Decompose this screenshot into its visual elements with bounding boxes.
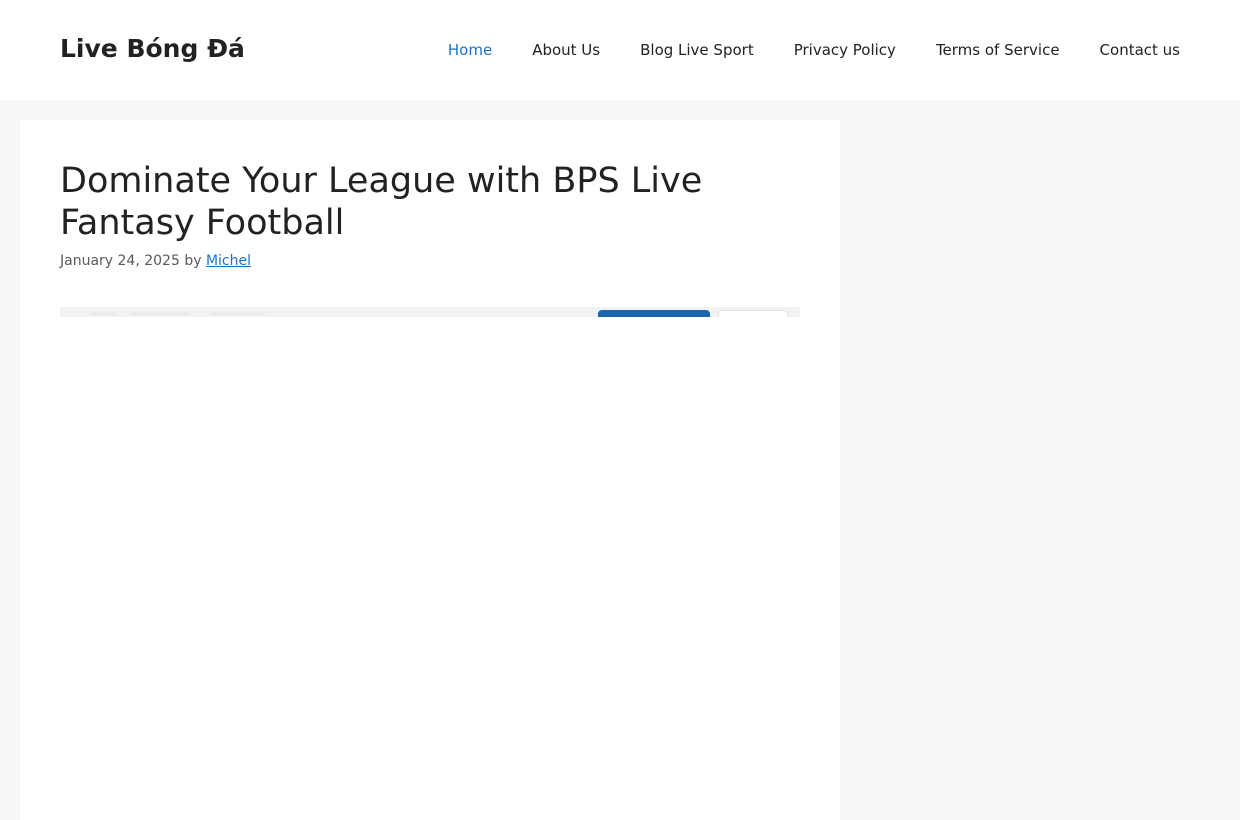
nav-item-blog-live-sport[interactable]: Blog Live Sport xyxy=(640,40,754,60)
image-faint-text xyxy=(90,312,340,315)
site-title[interactable]: Live Bóng Đá xyxy=(60,33,245,65)
nav-item-home[interactable]: Home xyxy=(448,40,492,60)
article-title: Dominate Your League with BPS Live Fanta… xyxy=(60,161,703,243)
site-header: Live Bóng Đá Home About Us Blog Live Spo… xyxy=(0,0,1240,100)
featured-image xyxy=(60,307,800,317)
nav-item-privacy-policy[interactable]: Privacy Policy xyxy=(794,40,896,60)
nav-item-about-us[interactable]: About Us xyxy=(532,40,600,60)
main-navigation: Home About Us Blog Live Sport Privacy Po… xyxy=(408,0,1180,100)
byline-prefix: by xyxy=(184,253,202,269)
image-blue-button-graphic xyxy=(598,310,710,317)
image-white-button-graphic xyxy=(718,310,788,317)
nav-item-terms-of-service[interactable]: Terms of Service xyxy=(936,40,1060,60)
post-date: January 24, 2025 xyxy=(60,253,180,269)
article-card: Dominate Your League with BPS Live Fanta… xyxy=(20,120,840,820)
author-link[interactable]: Michel xyxy=(206,253,251,269)
nav-item-contact-us[interactable]: Contact us xyxy=(1100,40,1180,60)
article-meta: January 24, 2025 by Michel xyxy=(60,251,251,271)
